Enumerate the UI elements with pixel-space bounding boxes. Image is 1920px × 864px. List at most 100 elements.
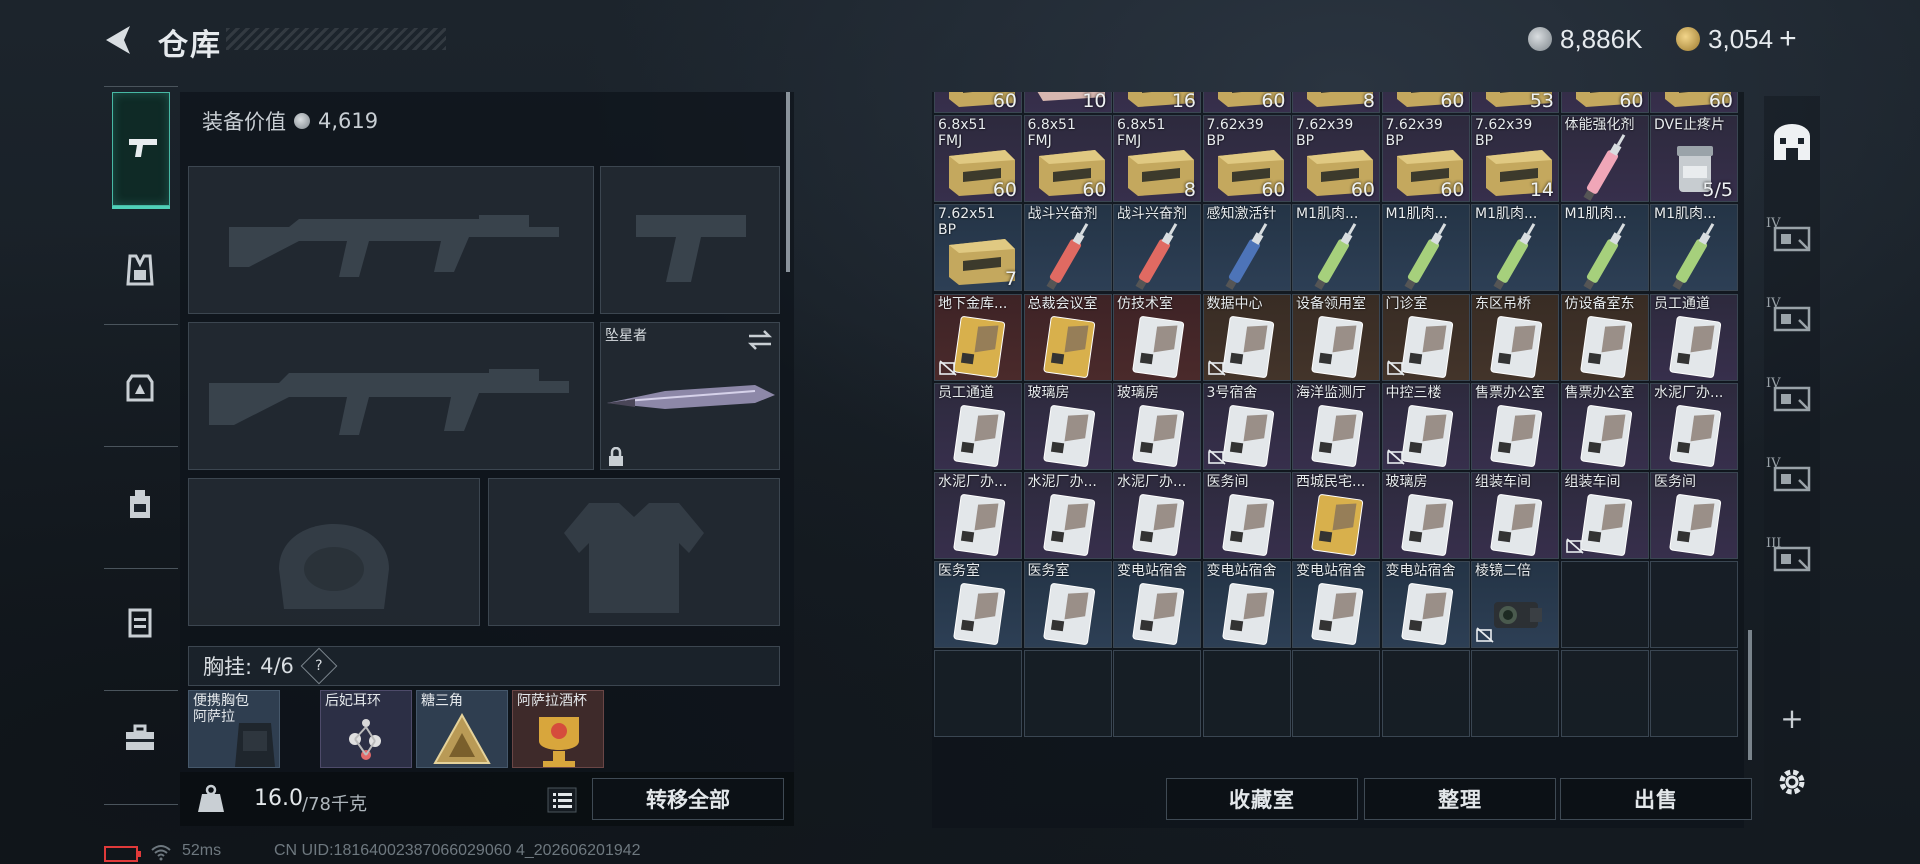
inventory-item[interactable]: 医务室 [934, 561, 1022, 649]
inventory-item[interactable]: L...60 [1202, 92, 1291, 113]
inventory-item[interactable]: 员工通道 [934, 382, 1022, 470]
inventory-item[interactable]: 变电站宿舍 [1292, 561, 1380, 649]
secondary-weapon-slot[interactable] [188, 322, 594, 470]
inventory-item[interactable]: 西城民宅... [1292, 472, 1380, 559]
sidearm-slot[interactable] [600, 166, 780, 314]
inventory-item[interactable]: 7.62x39 BP 60 [1381, 115, 1470, 203]
inventory-item[interactable]: 仿技术室 [1113, 293, 1201, 381]
equipment-scrollbar[interactable] [786, 92, 790, 272]
inventory-item[interactable]: 体能强化剂 [1560, 115, 1649, 203]
help-button[interactable]: ? [300, 647, 338, 685]
collection-room-button[interactable]: 收藏室 [1166, 778, 1358, 820]
item-name: 医务间 [1206, 474, 1249, 490]
inventory-item[interactable]: 组装车间 [1471, 472, 1559, 559]
tab-case[interactable] [112, 594, 168, 650]
inventory-item[interactable]: M...60 [1381, 92, 1470, 113]
swap-icon[interactable] [747, 329, 773, 351]
inventory-item[interactable]: 仿设备室东 [1560, 293, 1649, 381]
inventory-item[interactable]: 售票办公室 [1471, 382, 1559, 470]
back-button[interactable] [100, 22, 140, 58]
melee-name: 坠星者 [605, 328, 647, 344]
inventory-item[interactable]: 战斗兴奋剂 [1113, 204, 1201, 292]
inventory-item[interactable]: 棱镜二倍 [1471, 561, 1559, 649]
inventory-item[interactable]: M1肌肉... [1471, 204, 1559, 292]
chest-item[interactable]: 便携胸包 阿萨拉 [188, 690, 280, 768]
inventory-item[interactable]: 水泥厂办... [934, 472, 1022, 559]
inventory-item[interactable]: 玻璃房 [1381, 472, 1470, 559]
inventory-item[interactable]: 6.8x51 FMJ 60 [934, 115, 1022, 203]
gold-currency[interactable]: 3,054 + [1676, 22, 1797, 56]
melee-slot[interactable]: 坠星者 [600, 322, 780, 470]
inventory-item[interactable]: 地下金库... [934, 293, 1022, 381]
chest-item[interactable]: 后妃耳环 [320, 690, 412, 768]
inventory-item[interactable]: 6.8x51 FMJ 8 [1113, 115, 1201, 203]
inventory-item[interactable]: 设备领用室 [1292, 293, 1380, 381]
chest-item[interactable]: 糖三角 [416, 690, 508, 768]
tab-home-storage[interactable] [1764, 114, 1820, 170]
inventory-item[interactable]: 总裁会议室 [1023, 293, 1112, 381]
tab-toolbox[interactable] [112, 710, 168, 766]
inventory-item[interactable]: 水泥厂办... [1113, 472, 1201, 559]
inventory-item[interactable]: 7.62x39 BP 60 [1202, 115, 1291, 203]
sell-button[interactable]: 出售 [1560, 778, 1752, 820]
inventory-item[interactable]: 玻璃房 [1023, 382, 1112, 470]
primary-weapon-slot[interactable] [188, 166, 594, 314]
inventory-item[interactable]: FM...60 [1650, 92, 1738, 113]
helmet-slot[interactable] [188, 478, 480, 626]
inventory-item[interactable]: 7.62x39 BP 14 [1471, 115, 1559, 203]
armor-slot[interactable] [488, 478, 780, 626]
add-gold-button[interactable]: + [1779, 22, 1797, 56]
inventory-item[interactable]: 龙...16 [1113, 92, 1201, 113]
inventory-item[interactable]: M1肌肉... [1560, 204, 1649, 292]
inventory-item[interactable]: 组装车间 [1560, 472, 1649, 559]
inventory-item[interactable]: 售票办公室 [1560, 382, 1649, 470]
transfer-all-button[interactable]: 转移全部 [592, 778, 784, 820]
case-tier-label: IV [1766, 376, 1781, 391]
add-storage-button[interactable]: + [1764, 690, 1820, 746]
inventory-item[interactable]: 玻璃房 [1113, 382, 1201, 470]
chest-item[interactable]: 阿萨拉酒杯 [512, 690, 604, 768]
inventory-item[interactable]: 简...10 [1023, 92, 1112, 113]
inventory-item[interactable]: 水泥厂办... [1650, 382, 1738, 470]
list-icon[interactable] [546, 784, 578, 814]
inventory-item[interactable]: 6.8x51 FMJ 60 [1023, 115, 1112, 203]
inventory-item[interactable]: 感知激活针 [1202, 204, 1291, 292]
inventory-item[interactable]: 7.62x51 BP 7 [934, 204, 1022, 292]
inventory-item[interactable]: 医务间 [1202, 472, 1291, 559]
inventory-item[interactable]: M1肌肉... [1292, 204, 1380, 292]
inventory-item[interactable]: 医务室 [1023, 561, 1112, 649]
tab-weapons[interactable] [112, 92, 170, 209]
inventory-item[interactable]: 东区吊桥 [1471, 293, 1559, 381]
inventory-item[interactable]: 变电站宿舍 [1381, 561, 1470, 649]
tab-backpack[interactable] [112, 476, 168, 532]
inventory-item[interactable]: 医务间 [1650, 472, 1738, 559]
inventory-item[interactable]: 海洋监测厅 [1292, 382, 1380, 470]
inventory-scrollbar[interactable] [1748, 630, 1752, 760]
inventory-item[interactable]: BGP FMJ60 [934, 92, 1022, 113]
tab-armor[interactable] [112, 360, 168, 416]
sort-button[interactable]: 整理 [1364, 778, 1556, 820]
inventory-item[interactable]: M1肌肉... [1381, 204, 1470, 292]
inventory-item[interactable]: 员工通道 [1650, 293, 1738, 381]
tab-storage-case[interactable]: IV [1764, 368, 1820, 424]
inventory-item[interactable]: 3号宿舍 [1202, 382, 1291, 470]
settings-button[interactable] [1764, 754, 1820, 810]
tab-storage-case[interactable]: IV [1764, 288, 1820, 344]
inventory-item[interactable]: 变电站宿舍 [1113, 561, 1201, 649]
inventory-item[interactable]: DVE止疼片 5/5 [1650, 115, 1738, 203]
inventory-item[interactable]: 门诊室 [1381, 293, 1470, 381]
inventory-item[interactable]: L...8 [1292, 92, 1380, 113]
tab-storage-case[interactable]: IV [1764, 208, 1820, 264]
inventory-item[interactable]: 水泥厂办... [1023, 472, 1112, 559]
inventory-item[interactable]: PP...双头60 [1560, 92, 1649, 113]
inventory-item[interactable]: 战斗兴奋剂 [1023, 204, 1112, 292]
inventory-item[interactable]: 变电站宿舍 [1202, 561, 1291, 649]
tab-storage-case[interactable]: III [1764, 528, 1820, 584]
tab-chest-rig[interactable] [112, 242, 168, 298]
tab-storage-case[interactable]: IV [1764, 448, 1820, 504]
inventory-item[interactable]: M1肌肉... [1650, 204, 1738, 292]
inventory-item[interactable]: 中控三楼 [1381, 382, 1470, 470]
inventory-item[interactable]: 7.62x39 BP 60 [1292, 115, 1380, 203]
inventory-item[interactable]: 数据中心 [1202, 293, 1291, 381]
inventory-item[interactable]: M...53 [1471, 92, 1559, 113]
